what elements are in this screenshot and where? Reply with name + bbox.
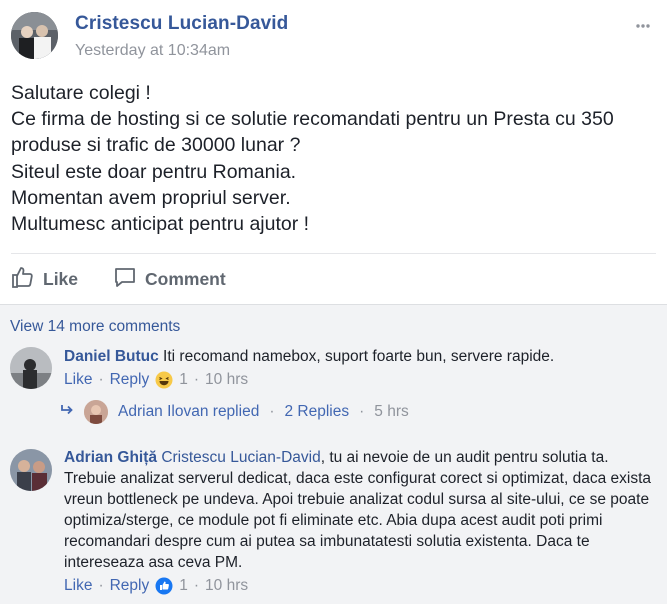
- commenter-avatar[interactable]: [10, 449, 52, 491]
- post-line: Momentan avem propriul server.: [11, 186, 291, 209]
- replies-summary[interactable]: Adrian Ilovan replied · 2 Replies · 5 hr…: [60, 400, 409, 424]
- comment-meta: Like · Reply 1 · 10 hrs: [64, 577, 248, 595]
- comment-time[interactable]: 10 hrs: [205, 371, 248, 389]
- haha-reaction-icon[interactable]: [155, 371, 173, 389]
- comment-reply-link[interactable]: Reply: [110, 371, 150, 389]
- comment-reply-link[interactable]: Reply: [110, 577, 150, 595]
- separator-dot: ·: [98, 371, 104, 388]
- like-reaction-icon[interactable]: [155, 577, 173, 595]
- view-more-comments-link[interactable]: View 14 more comments: [10, 318, 180, 336]
- replier-avatar: [84, 400, 108, 424]
- comment-bubble-icon: [113, 265, 137, 294]
- facebook-post-card: Cristescu Lucian-David Yesterday at 10:3…: [0, 0, 667, 604]
- post-line: Siteul este doar pentru Romania.: [11, 160, 297, 183]
- replier-name[interactable]: Adrian Ilovan replied: [118, 403, 259, 421]
- comment-like-link[interactable]: Like: [64, 371, 92, 389]
- post-actions-bar: Like Comment: [11, 253, 656, 304]
- comment-body: Daniel Butuc Iti recomand namebox, supor…: [64, 346, 654, 367]
- reaction-count[interactable]: 1: [179, 371, 188, 389]
- post-body: Salutare colegi ! Ce firma de hosting si…: [11, 80, 651, 237]
- comment-author[interactable]: Adrian Ghiță: [64, 449, 157, 466]
- comment-time[interactable]: 10 hrs: [205, 577, 248, 595]
- thumbs-up-icon: [11, 265, 35, 294]
- separator-dot: ·: [193, 371, 200, 388]
- reply-time[interactable]: 5 hrs: [374, 403, 408, 421]
- comment-meta: Like · Reply 1 · 10 hrs: [64, 371, 248, 389]
- comment-author[interactable]: Daniel Butuc: [64, 348, 159, 365]
- like-label: Like: [43, 268, 79, 289]
- separator-dot: ·: [98, 577, 104, 594]
- post-author-name[interactable]: Cristescu Lucian-David: [75, 13, 288, 35]
- post-line: produse si trafic de 30000 lunar ?: [11, 134, 301, 157]
- replies-count-link[interactable]: 2 Replies: [284, 403, 349, 421]
- post-header: Cristescu Lucian-David Yesterday at 10:3…: [0, 0, 667, 70]
- separator-dot: ·: [193, 577, 200, 594]
- comment-mention[interactable]: Cristescu Lucian-David: [161, 449, 320, 466]
- separator-dot: ·: [359, 403, 365, 420]
- like-button[interactable]: Like: [11, 266, 78, 292]
- commenter-avatar[interactable]: [10, 347, 52, 389]
- post-timestamp[interactable]: Yesterday at 10:34am: [75, 42, 230, 60]
- comment-text: , tu ai nevoie de un audit pentru soluti…: [64, 449, 652, 571]
- comment-like-link[interactable]: Like: [64, 577, 92, 595]
- comment-body: Adrian Ghiță Cristescu Lucian-David, tu …: [64, 447, 654, 573]
- reply-arrow-icon: [60, 403, 74, 421]
- comment-label: Comment: [145, 268, 226, 289]
- separator-dot: ·: [269, 403, 275, 420]
- more-options-icon[interactable]: [633, 16, 653, 36]
- view-more-label: View 14 more comments: [10, 318, 181, 335]
- reaction-count[interactable]: 1: [179, 577, 188, 595]
- author-avatar[interactable]: [11, 12, 58, 59]
- comment-button[interactable]: Comment: [113, 266, 226, 292]
- post-line: Salutare colegi !: [11, 82, 151, 104]
- comment-text: Iti recomand namebox, suport foarte bun,…: [163, 348, 555, 365]
- comments-section: View 14 more comments Daniel Butuc Iti r…: [0, 304, 667, 604]
- post-line: Multumesc anticipat pentru ajutor !: [11, 213, 310, 236]
- post-line: Ce firma de hosting si ce solutie recoma…: [11, 108, 614, 131]
